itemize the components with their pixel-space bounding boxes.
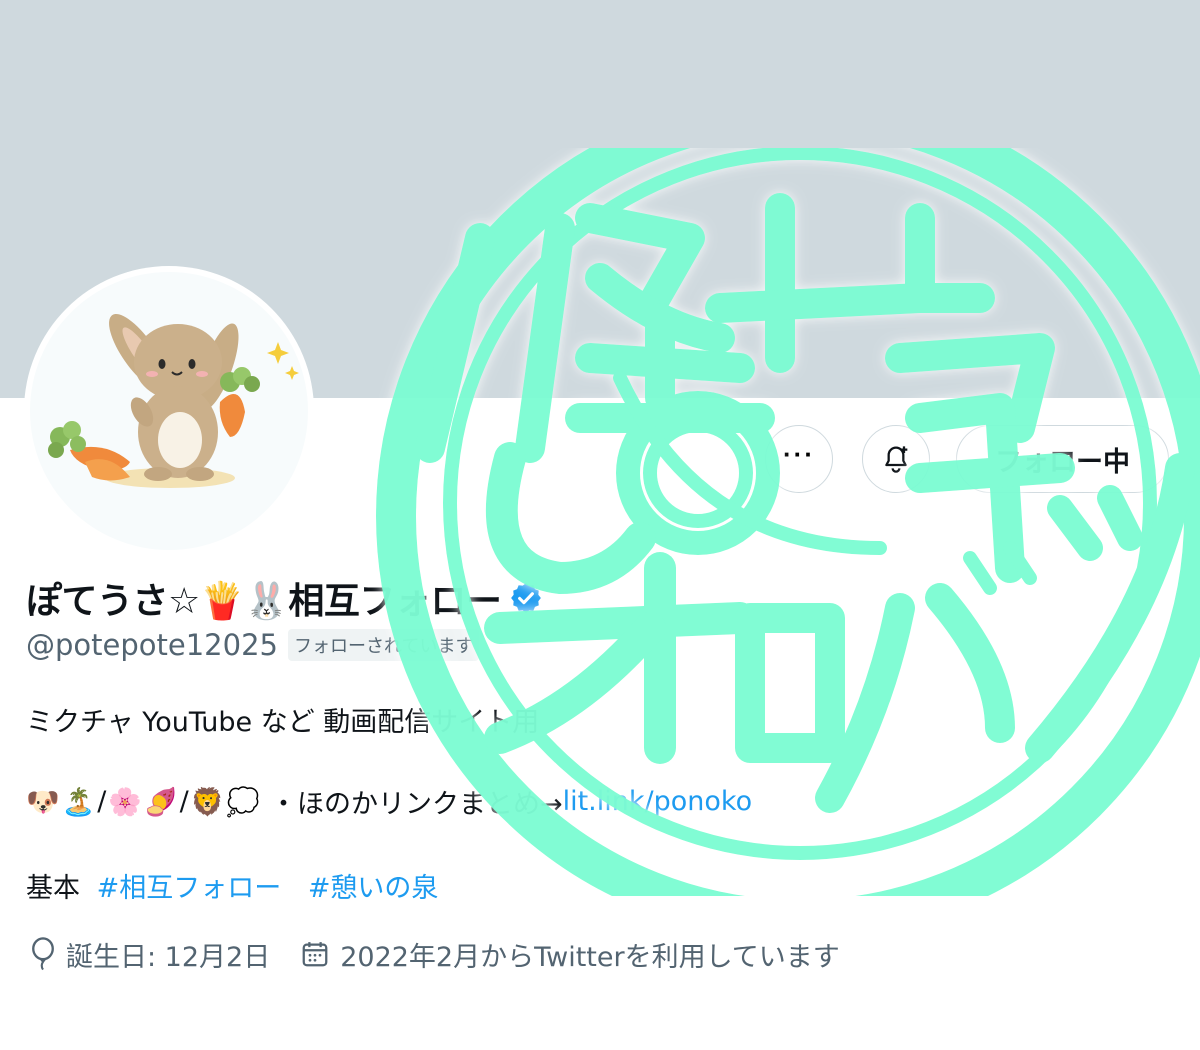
island-emoji-icon: 🏝️ [61,786,96,818]
follows-you-badge: フォローされています [287,629,480,661]
hashtag-link[interactable]: #憩いの泉 [308,873,439,904]
birthday-text: 誕生日: 12月2日 [66,941,271,973]
avatar-image [30,272,308,550]
balloon-icon [32,937,54,971]
slash-text: / [179,786,189,817]
bell-plus-icon [885,446,908,473]
following-button[interactable]: フォロー中 [956,425,1169,493]
joined-item: 2022年2月からTwitterを利用しています [300,935,840,974]
thought-bubble-emoji-icon: 💭 [226,786,260,818]
blossom-emoji-icon: 🌸 [108,786,142,818]
bio-link-prefix: ・ほのかリンクまとめ→ [269,789,563,820]
bio-link[interactable]: lit.link/ponoko [563,786,753,817]
slash-text: / [97,786,107,817]
bio-prefix: 基本 [26,873,80,904]
more-options-button[interactable]: ··· [765,425,833,493]
bio-line-3: 基本 #相互フォロー #憩いの泉 [26,866,438,905]
birthday-item: 誕生日: 12月2日 [30,935,270,974]
sweet-potato-emoji-icon: 🍠 [143,786,178,818]
bio-line-2: 🐶 🏝️ / 🌸 🍠 / 🦁 💭 ・ほのかリンクまとめ→ lit.link/po… [26,782,752,821]
calendar-icon [302,942,328,967]
profile-meta: 誕生日: 12月2日 2022年2月からTwitterを利用しています [30,934,870,974]
joined-text: 2022年2月からTwitterを利用しています [340,941,840,973]
carrot-illustration [48,421,130,481]
more-dots-icon: ··· [783,439,815,469]
profile-avatar[interactable] [24,266,314,556]
bio-line-1: ミクチャ YouTube など 動画配信サイト用 [26,707,540,738]
dog-emoji-icon: 🐶 [26,786,60,818]
display-name: ぽてうさ☆🍟🐰相互フォロー [26,581,502,622]
notifications-button[interactable] [862,425,930,493]
bio-emoji-group: 🐶 🏝️ / 🌸 🍠 / 🦁 💭 [26,786,260,818]
display-name-row: ぽてうさ☆🍟🐰相互フォロー [26,573,543,623]
lion-emoji-icon: 🦁 [190,786,225,818]
verified-badge-icon [509,581,543,615]
user-handle: @potepote12025 [26,628,278,662]
handle-row: @potepote12025 フォローされています [26,627,480,663]
hashtag-link[interactable]: #相互フォロー [97,873,282,904]
